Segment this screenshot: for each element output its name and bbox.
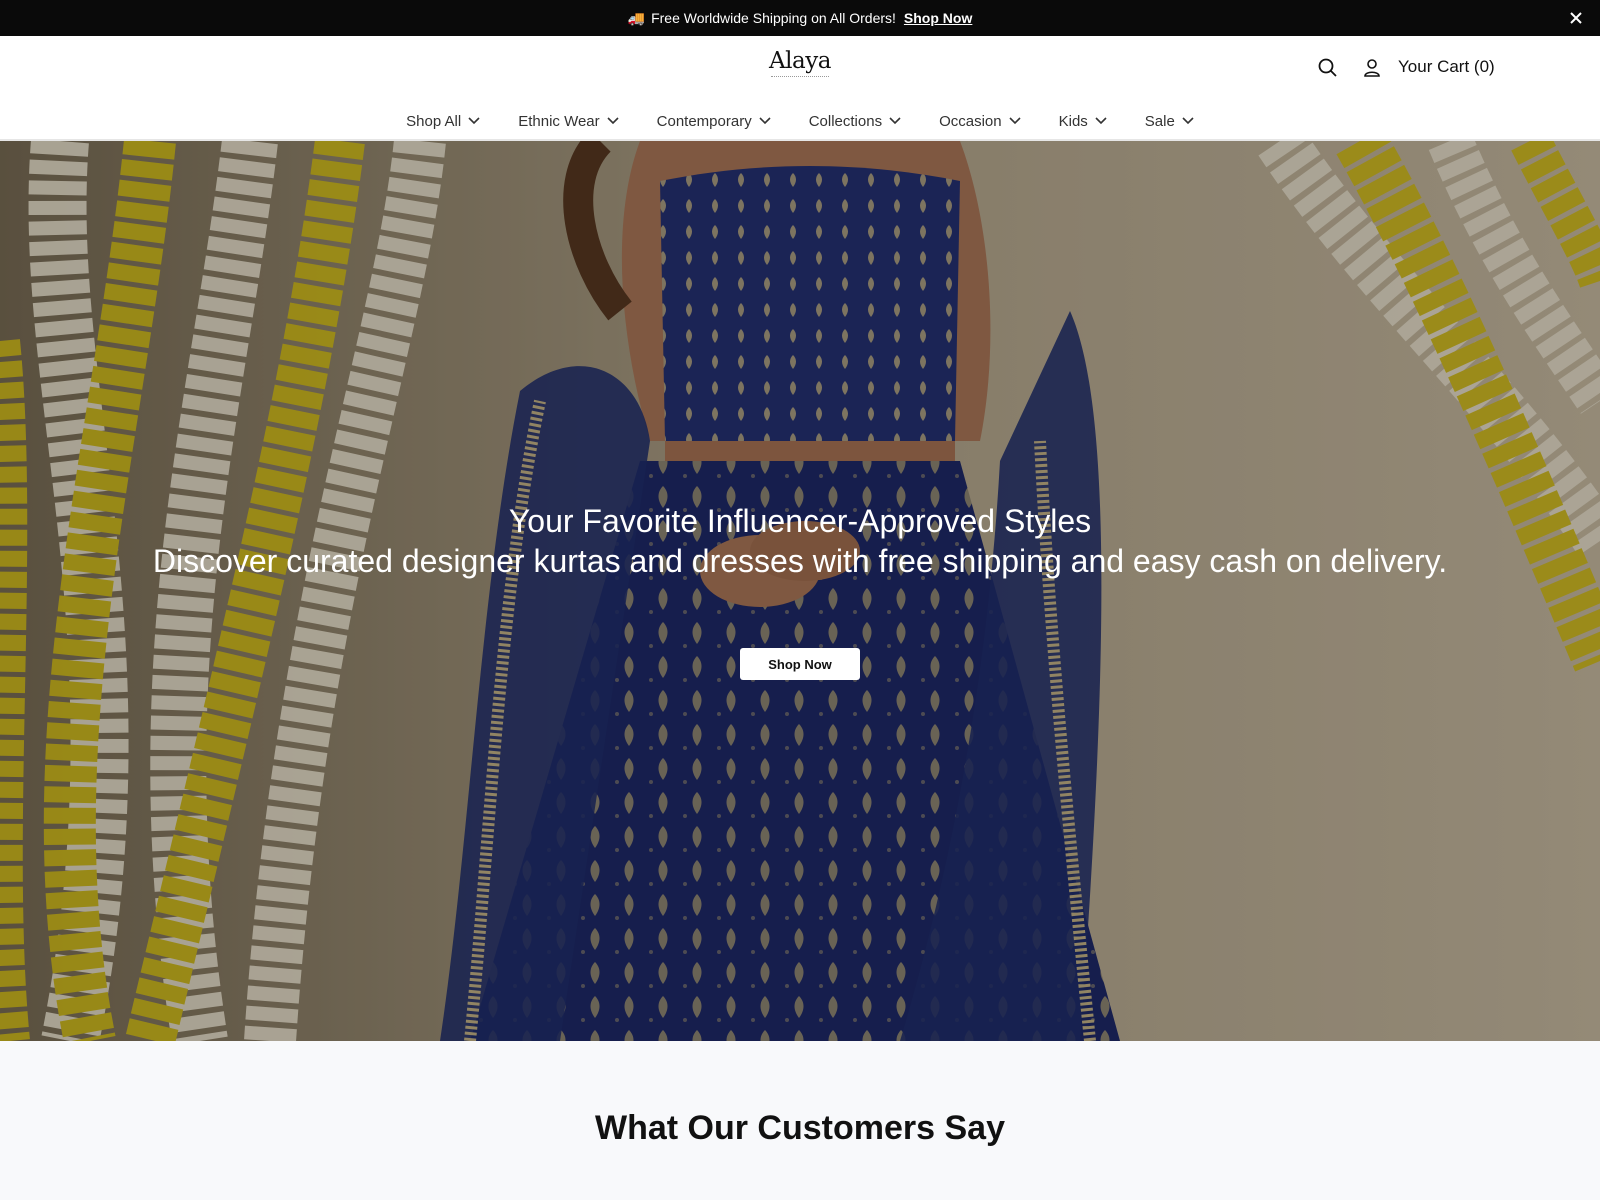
testimonials-section: What Our Customers Say <box>0 1041 1600 1200</box>
close-icon[interactable] <box>1566 8 1586 28</box>
chevron-down-icon <box>759 117 771 125</box>
nav-label: Contemporary <box>656 112 752 130</box>
site-header: Alaya Your Cart (0) Shop All Ethnic Wear… <box>0 36 1600 141</box>
chevron-down-icon <box>889 117 901 125</box>
nav-ethnic-wear[interactable]: Ethnic Wear <box>518 112 619 130</box>
nav-contemporary[interactable]: Contemporary <box>657 113 771 130</box>
search-icon[interactable] <box>1316 56 1340 80</box>
logo[interactable]: Alaya <box>750 48 850 86</box>
logo-tagline-mark <box>771 76 829 84</box>
chevron-down-icon <box>468 117 480 125</box>
hero-title: Your Favorite Influencer-Approved Styles <box>508 503 1092 539</box>
nav-label: Sale <box>1144 112 1175 130</box>
hero-overlay <box>0 141 1600 1041</box>
nav-kids[interactable]: Kids <box>1059 113 1107 130</box>
nav-occasion[interactable]: Occasion <box>939 113 1021 130</box>
hero-banner: Your Favorite Influencer-Approved Styles… <box>0 141 1600 1041</box>
chevron-down-icon <box>1182 117 1194 125</box>
nav-label: Shop All <box>406 112 462 130</box>
chevron-down-icon <box>1009 117 1021 125</box>
nav-label: Occasion <box>939 112 1002 130</box>
nav-label: Kids <box>1058 112 1088 130</box>
announcement-bar: 🚚 Free Worldwide Shipping on All Orders!… <box>0 0 1600 36</box>
truck-icon: 🚚 <box>627 9 646 26</box>
nav-label: Ethnic Wear <box>518 112 600 130</box>
hero-text: Your Favorite Influencer-Approved Styles… <box>150 501 1450 581</box>
main-nav: Shop All Ethnic Wear Contemporary Collec… <box>0 106 1600 136</box>
nav-collections[interactable]: Collections <box>809 113 901 130</box>
logo-wordmark: Alaya <box>769 48 831 74</box>
hero-subtitle: Discover curated designer kurtas and dre… <box>152 543 1448 579</box>
announcement-shop-now-link[interactable]: Shop Now <box>904 10 972 26</box>
chevron-down-icon <box>1095 117 1107 125</box>
nav-label: Collections <box>808 112 883 130</box>
cart-link[interactable]: Your Cart (0) <box>1398 57 1495 77</box>
announcement-text: Free Worldwide Shipping on All Orders! <box>651 10 896 26</box>
testimonials-heading: What Our Customers Say <box>595 1109 1005 1147</box>
account-icon[interactable] <box>1360 56 1384 80</box>
nav-sale[interactable]: Sale <box>1145 113 1194 130</box>
nav-shop-all[interactable]: Shop All <box>406 113 480 130</box>
hero-shop-now-button[interactable]: Shop Now <box>740 648 860 680</box>
chevron-down-icon <box>607 117 619 125</box>
